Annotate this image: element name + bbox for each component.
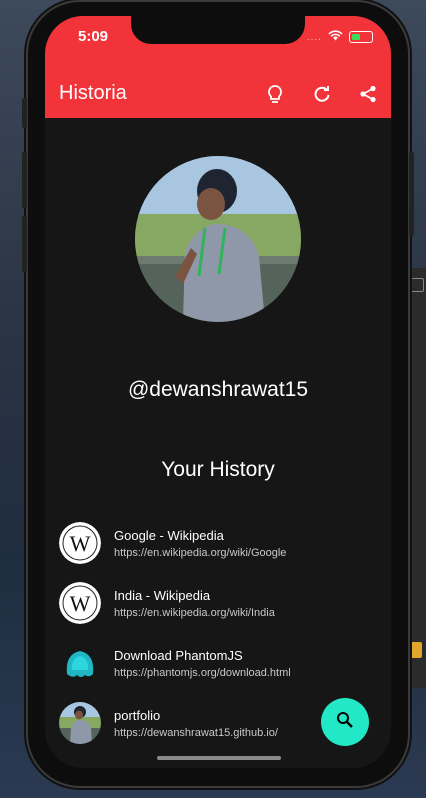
list-item-url: https://en.wikipedia.org/wiki/Google: [114, 547, 287, 559]
list-item[interactable]: W Google - Wikipedia https://en.wikipedi…: [59, 522, 379, 582]
phantomjs-icon: [59, 642, 101, 684]
folder-icon: [408, 642, 422, 658]
refresh-icon[interactable]: [310, 82, 334, 106]
app-screen: 5:09 .... Historia @dewanshrawat15 Your …: [45, 16, 391, 768]
list-item-url: https://dewanshrawat15.github.io/: [114, 727, 278, 739]
lightbulb-icon[interactable]: [263, 82, 287, 106]
search-icon: [336, 711, 354, 734]
list-item-title: Google - Wikipedia: [114, 528, 224, 543]
avatar-icon: [59, 702, 101, 744]
wifi-icon: [328, 28, 343, 46]
share-icon[interactable]: [356, 82, 380, 106]
home-indicator[interactable]: [157, 756, 281, 760]
list-item-url: https://en.wikipedia.org/wiki/India: [114, 607, 275, 619]
grid-icon: [410, 278, 424, 292]
svg-text:W: W: [70, 591, 91, 616]
svg-text:W: W: [70, 531, 91, 556]
list-item-title: India - Wikipedia: [114, 588, 211, 603]
app-bar: Historia: [45, 60, 391, 118]
notch: [131, 16, 305, 44]
list-item-url: https://phantomjs.org/download.html: [114, 667, 291, 679]
wikipedia-icon: W: [59, 522, 101, 564]
app-title: Historia: [59, 82, 127, 104]
profile-handle: @dewanshrawat15: [127, 378, 309, 401]
list-item-title: Download PhantomJS: [114, 648, 243, 663]
list-item[interactable]: Download PhantomJS https://phantomjs.org…: [59, 642, 379, 702]
list-item-title: portfolio: [114, 708, 161, 723]
list-item[interactable]: W India - Wikipedia https://en.wikipedia…: [59, 582, 379, 642]
status-time: 5:09: [78, 28, 109, 45]
history-heading: Your History: [161, 458, 275, 481]
battery-icon: [349, 31, 373, 43]
status-bar: 5:09 ....: [45, 16, 391, 60]
profile-avatar: [135, 156, 301, 322]
search-fab-button[interactable]: [321, 698, 369, 746]
signal-dots: ....: [306, 31, 322, 43]
wikipedia-icon: W: [59, 582, 101, 624]
